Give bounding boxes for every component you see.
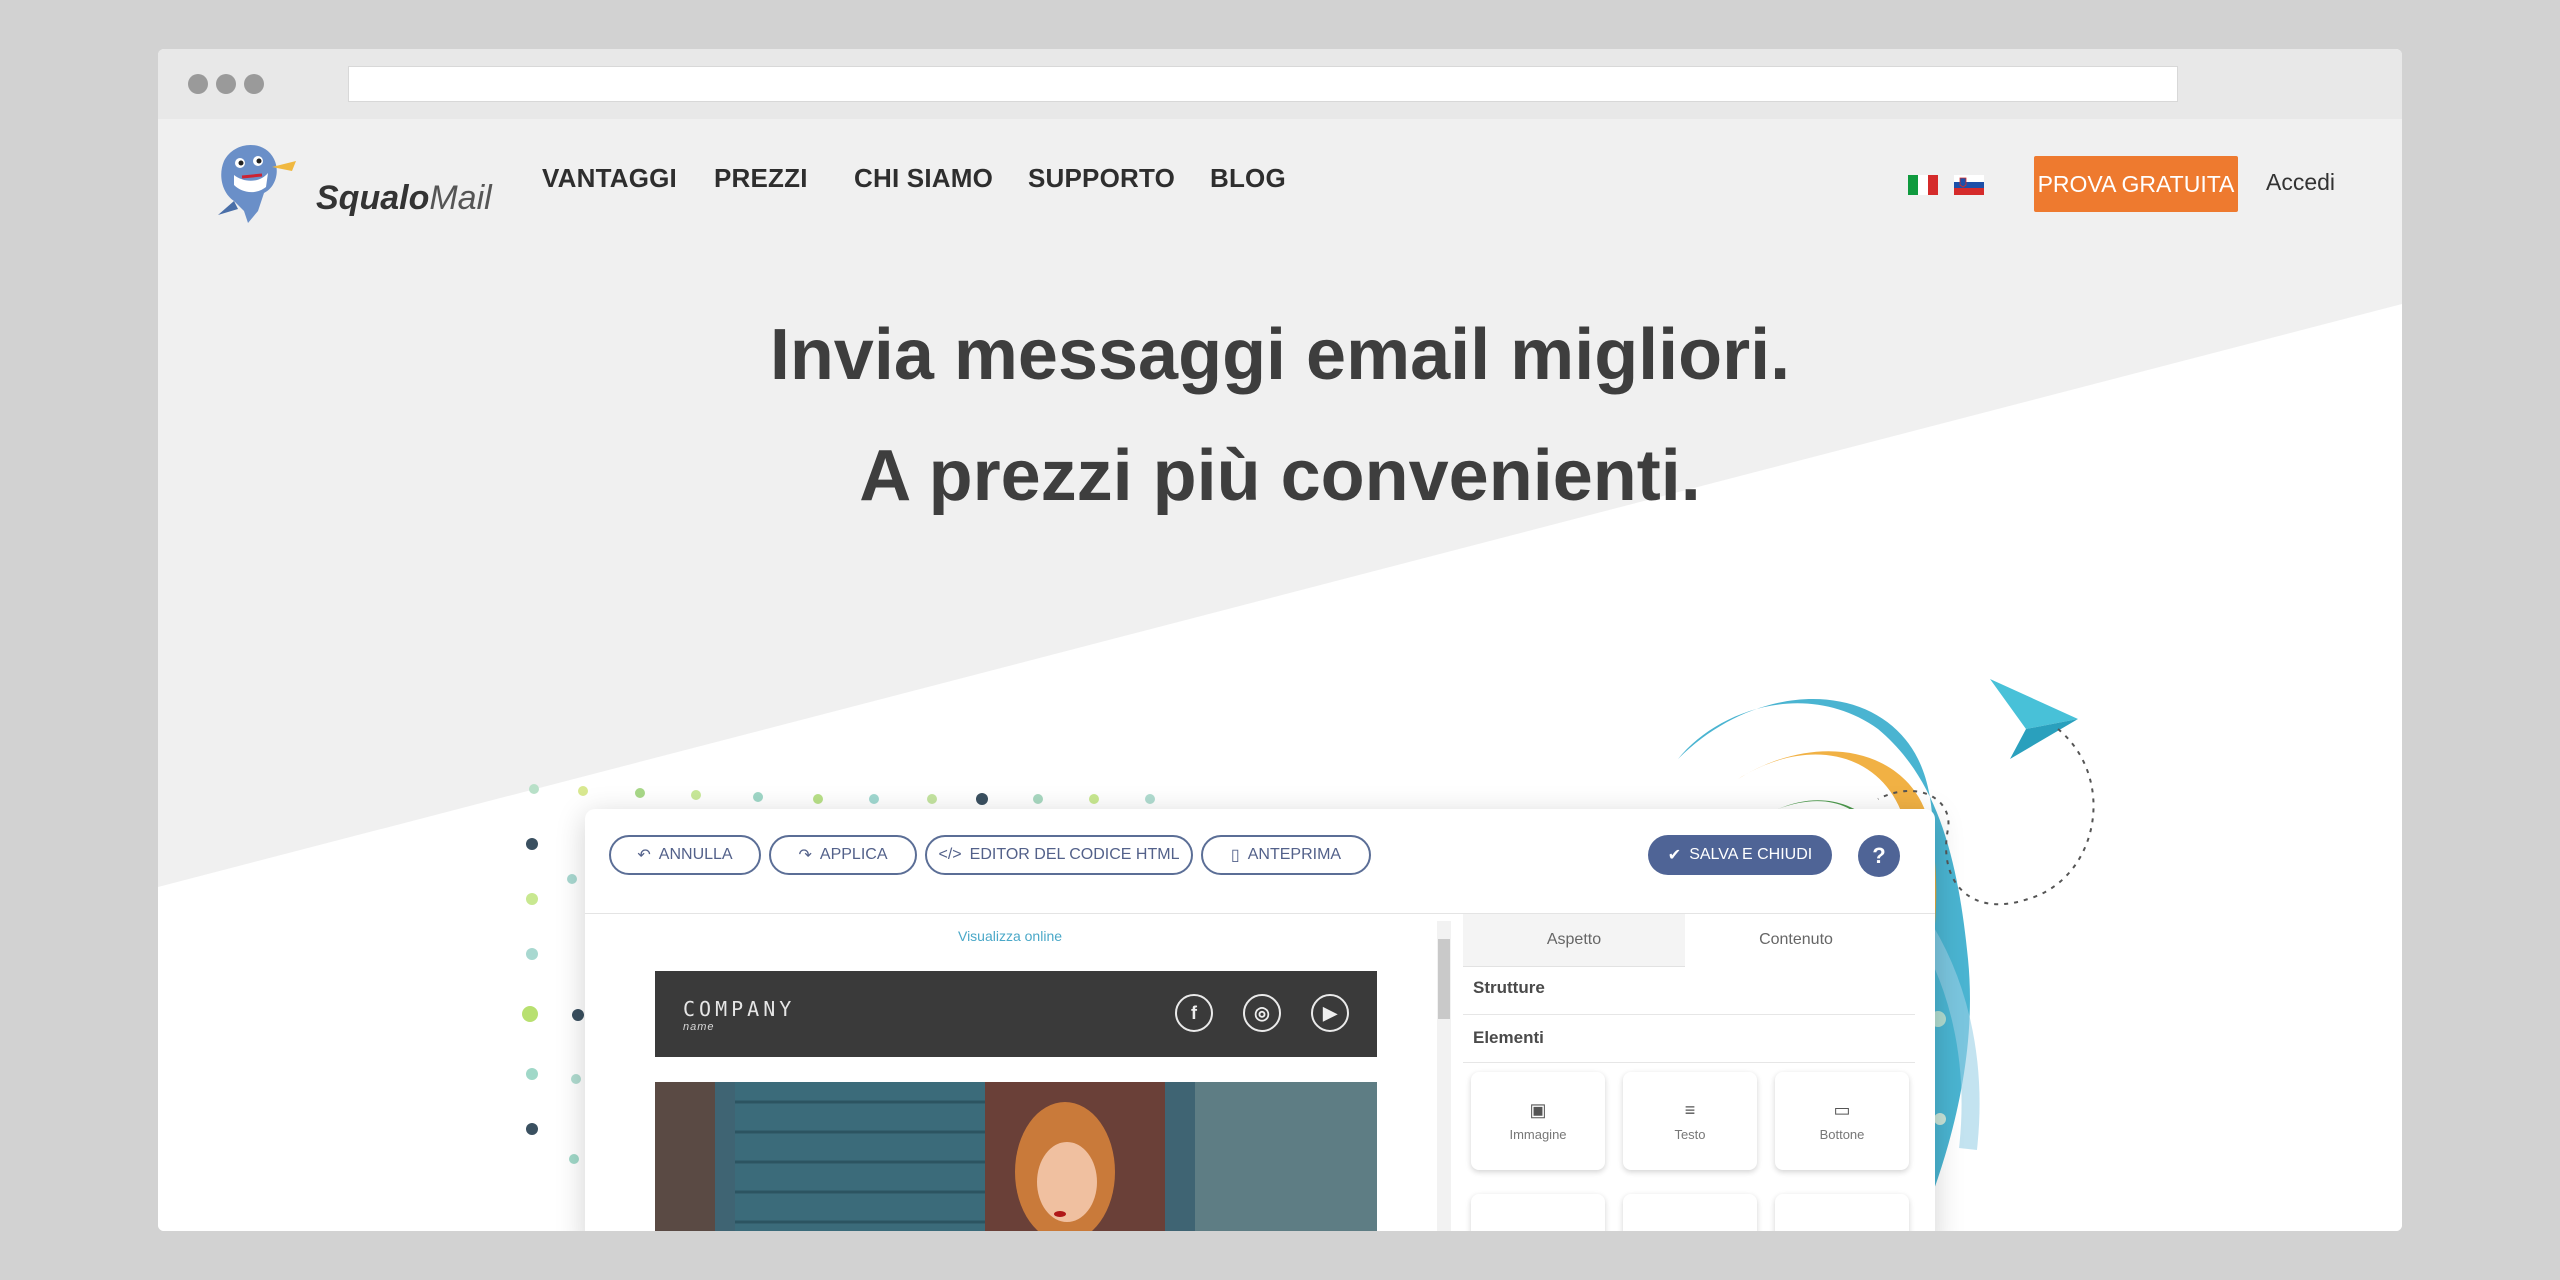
section-elementi[interactable]: Elementi: [1473, 1028, 1544, 1048]
apply-label: APPLICA: [819, 846, 888, 863]
company-name: COMPANY: [683, 997, 796, 1021]
button-icon: ▭: [1833, 1100, 1851, 1120]
canvas-scrollbar[interactable]: [1437, 921, 1451, 1231]
company-subtitle: name: [683, 1021, 715, 1033]
html-editor-button[interactable]: </> EDITOR DEL CODICE HTML: [925, 835, 1193, 875]
browser-chrome: [158, 49, 2402, 119]
window-minimize-dot[interactable]: [216, 74, 236, 94]
tab-contenuto[interactable]: Contenuto: [1685, 914, 1907, 966]
window-maximize-dot[interactable]: [244, 74, 264, 94]
address-bar[interactable]: [348, 66, 2178, 102]
section-divider: [1463, 1062, 1915, 1063]
element-tile[interactable]: [1471, 1194, 1605, 1231]
undo-button[interactable]: ↶ ANNULLA: [609, 835, 761, 875]
nav-supporto[interactable]: SUPPORTO: [1028, 163, 1175, 194]
html-editor-label: EDITOR DEL CODICE HTML: [969, 846, 1180, 863]
help-button[interactable]: ?: [1858, 835, 1900, 877]
element-tile[interactable]: [1775, 1194, 1909, 1231]
undo-icon: ↶: [637, 847, 651, 864]
preview-label: ANTEPRIMA: [1247, 846, 1342, 863]
text-lines-icon: ≡: [1684, 1100, 1696, 1120]
image-icon: ▣: [1529, 1100, 1547, 1120]
redo-icon: ↷: [798, 847, 812, 864]
nav-blog[interactable]: BLOG: [1210, 163, 1286, 194]
email-hero-image[interactable]: [655, 1082, 1377, 1231]
properties-panel: Aspetto Contenuto Strutture Elementi ▣ I…: [1463, 914, 1935, 1231]
undo-label: ANNULLA: [658, 846, 733, 863]
logo-wordmark: SqualoMail: [316, 179, 492, 217]
scrollbar-thumb[interactable]: [1438, 939, 1450, 1019]
youtube-icon: ▶: [1311, 994, 1349, 1032]
tile-label: Immagine: [1509, 1127, 1567, 1142]
apply-button[interactable]: ↷ APPLICA: [769, 835, 917, 875]
email-editor-preview: ↶ ANNULLA ↷ APPLICA </> EDITOR DEL CODICE H…: [585, 809, 1935, 1231]
check-icon: ✔: [1667, 847, 1682, 864]
facebook-icon: f: [1175, 994, 1213, 1032]
squalomail-logo[interactable]: SqualoMail: [204, 131, 492, 227]
instagram-icon: ◎: [1243, 994, 1281, 1032]
woman-photo: [655, 1082, 1377, 1231]
free-trial-button[interactable]: PROVA GRATUITA: [2034, 156, 2238, 212]
italy-flag-icon[interactable]: [1908, 175, 1938, 195]
nav-chi-siamo[interactable]: CHI SIAMO: [854, 163, 993, 194]
hero-headline: Invia messaggi email migliori.: [769, 315, 1791, 395]
nav-prezzi[interactable]: PREZZI: [714, 163, 808, 194]
code-icon: </>: [938, 846, 962, 863]
login-link[interactable]: Accedi: [2266, 169, 2335, 196]
element-button-tile[interactable]: ▭ Bottone: [1775, 1072, 1909, 1170]
mobile-icon: ▯: [1230, 847, 1240, 864]
shark-mascot-icon: [218, 144, 296, 223]
save-close-label: SALVA E CHIUDI: [1689, 846, 1813, 863]
slovenia-flag-icon[interactable]: [1954, 175, 1984, 195]
preview-button[interactable]: ▯ ANTEPRIMA: [1201, 835, 1371, 875]
view-online-link[interactable]: Visualizza online: [585, 928, 1435, 944]
paper-plane-icon: [1990, 679, 2078, 759]
save-close-button[interactable]: ✔ SALVA E CHIUDI: [1648, 835, 1832, 875]
tab-aspetto[interactable]: Aspetto: [1463, 914, 1685, 967]
window-close-dot[interactable]: [188, 74, 208, 94]
webpage: SqualoMail VANTAGGI PREZZI CHI SIAMO SUP…: [158, 119, 2402, 1231]
section-strutture[interactable]: Strutture: [1473, 978, 1545, 998]
tile-label: Bottone: [1819, 1127, 1865, 1142]
tile-label: Testo: [1674, 1127, 1706, 1142]
element-image-tile[interactable]: ▣ Immagine: [1471, 1072, 1605, 1170]
section-divider: [1463, 1014, 1915, 1015]
hero-subheadline: A prezzi più convenienti.: [859, 436, 1701, 516]
email-canvas: Visualizza online COMPANY name f ◎ ▶: [585, 914, 1435, 1231]
browser-window: SqualoMail VANTAGGI PREZZI CHI SIAMO SUP…: [158, 49, 2402, 1231]
element-text-tile[interactable]: ≡ Testo: [1623, 1072, 1757, 1170]
element-tile[interactable]: [1623, 1194, 1757, 1231]
nav-vantaggi[interactable]: VANTAGGI: [542, 163, 677, 194]
email-header-block[interactable]: COMPANY name f ◎ ▶: [655, 971, 1377, 1057]
